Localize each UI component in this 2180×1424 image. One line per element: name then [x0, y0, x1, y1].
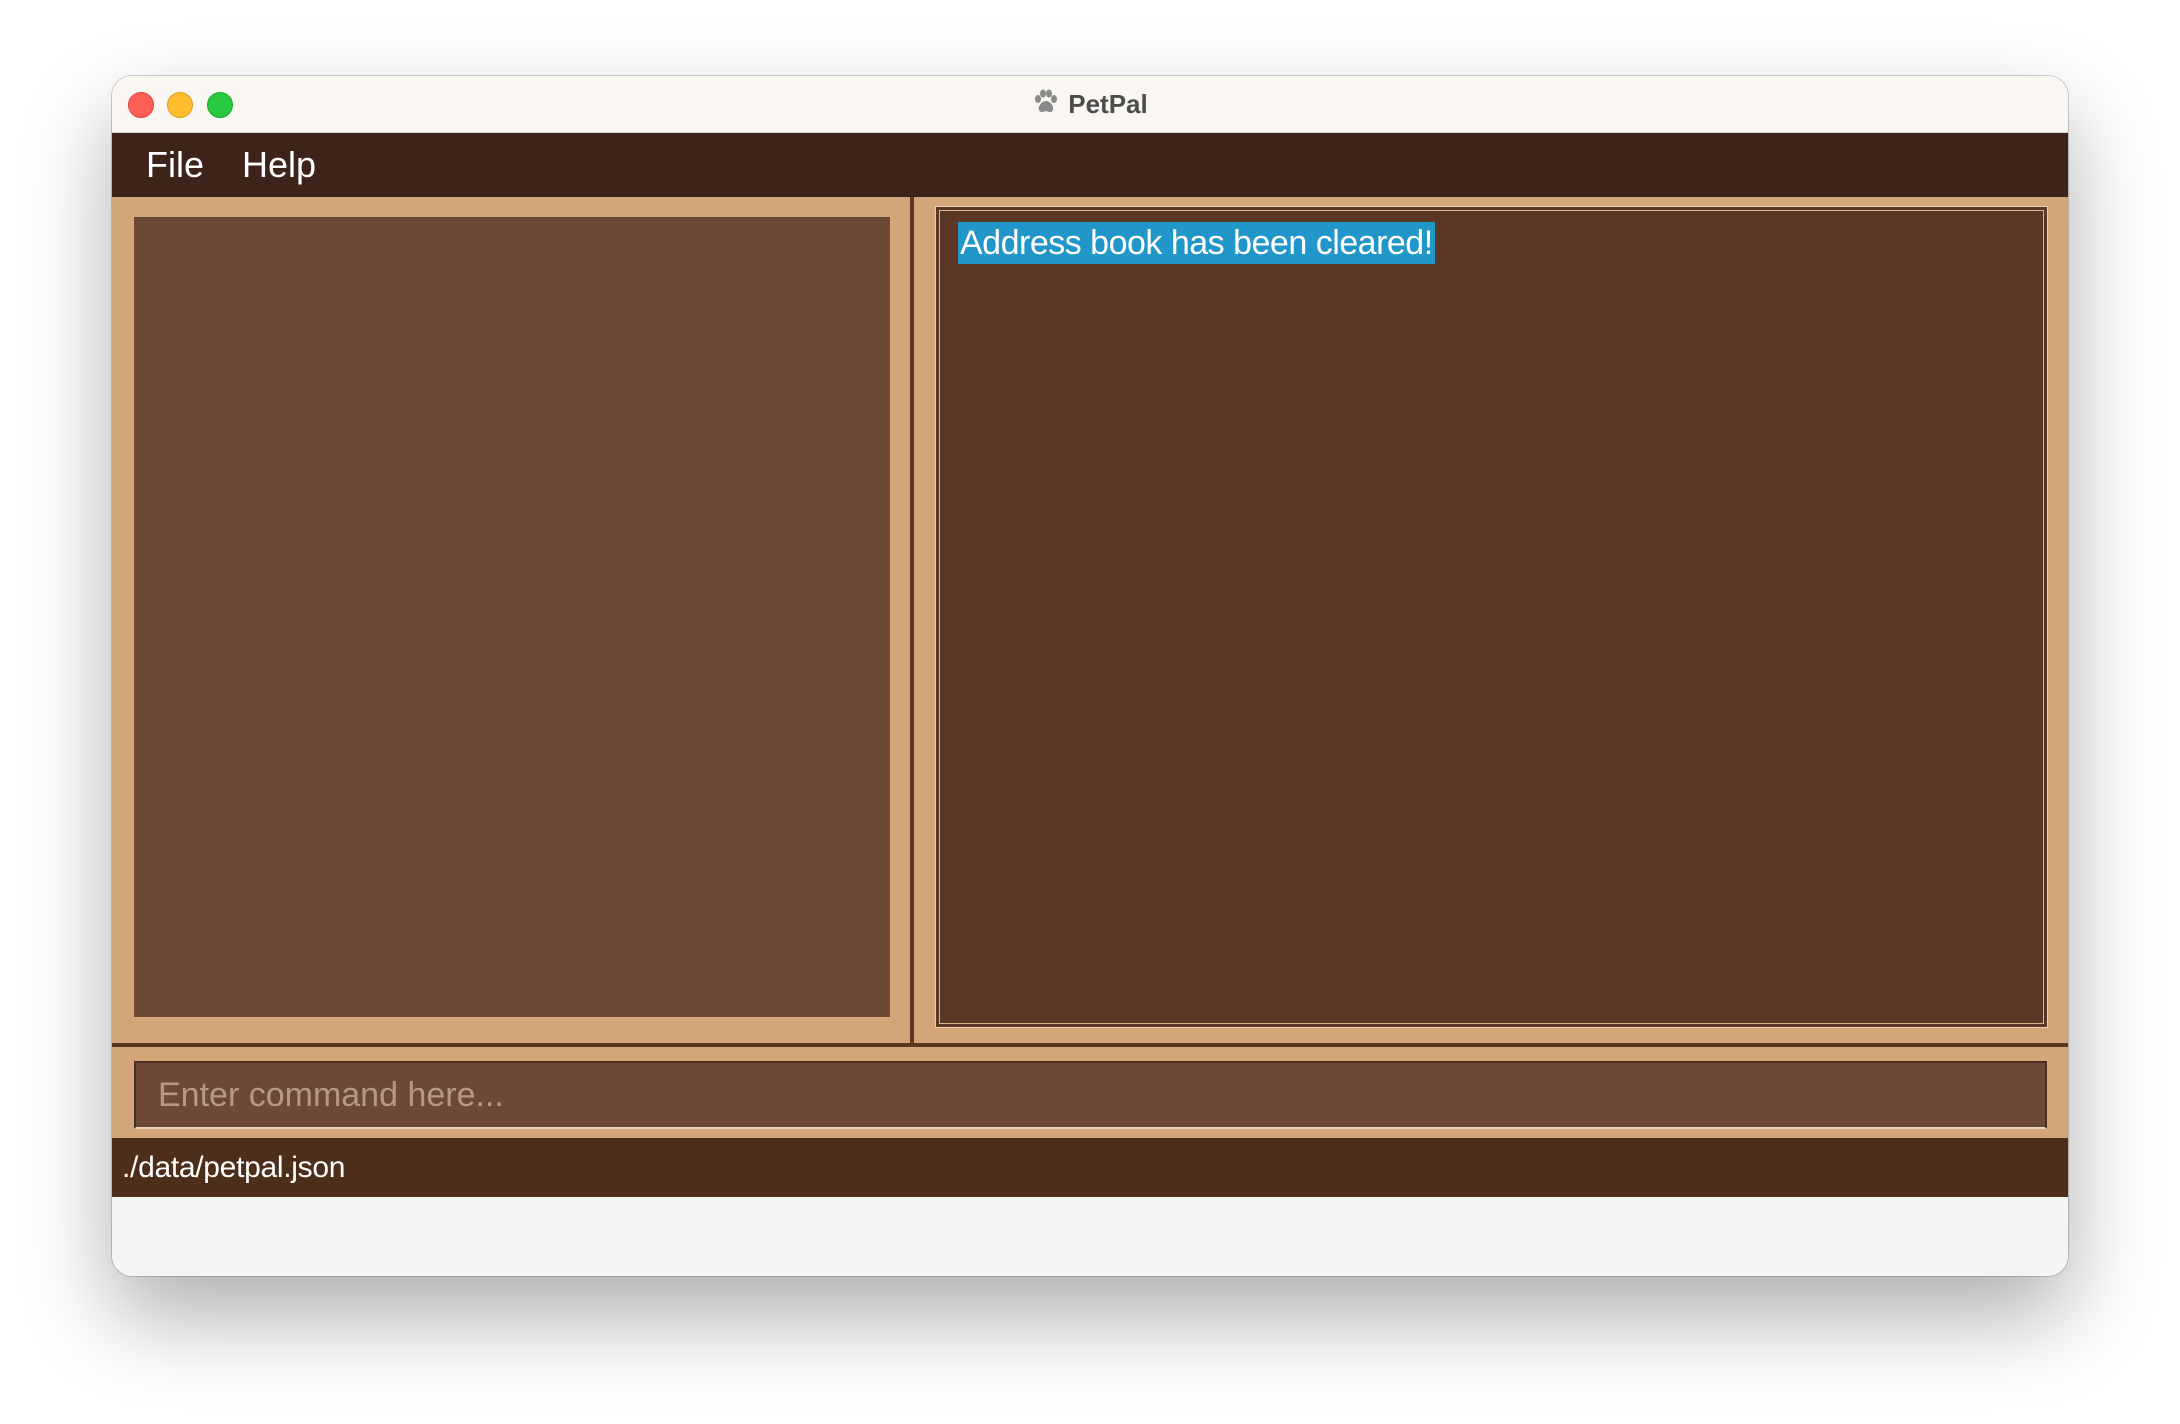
result-display[interactable]: Address book has been cleared!: [935, 206, 2048, 1028]
pet-list-panel[interactable]: [134, 217, 890, 1017]
command-input[interactable]: [134, 1061, 2047, 1129]
title-bar[interactable]: PetPal: [112, 76, 2068, 133]
menu-help[interactable]: Help: [242, 144, 316, 186]
command-box: [112, 1047, 2068, 1138]
split-pane-divider[interactable]: [910, 197, 914, 1043]
window-title-group: PetPal: [112, 76, 2068, 132]
menu-bar: File Help: [112, 133, 2068, 197]
main-content: Address book has been cleared!: [112, 197, 2068, 1043]
window-title: PetPal: [1068, 88, 1148, 119]
status-bar: ./data/petpal.json: [112, 1138, 2068, 1197]
save-file-path: ./data/petpal.json: [122, 1150, 346, 1184]
result-message[interactable]: Address book has been cleared!: [958, 222, 1435, 264]
menu-file[interactable]: File: [146, 144, 204, 186]
app-window: PetPal File Help Address book has been c…: [112, 76, 2068, 1276]
paw-icon: [1032, 88, 1060, 121]
window-footer: [112, 1197, 2068, 1276]
